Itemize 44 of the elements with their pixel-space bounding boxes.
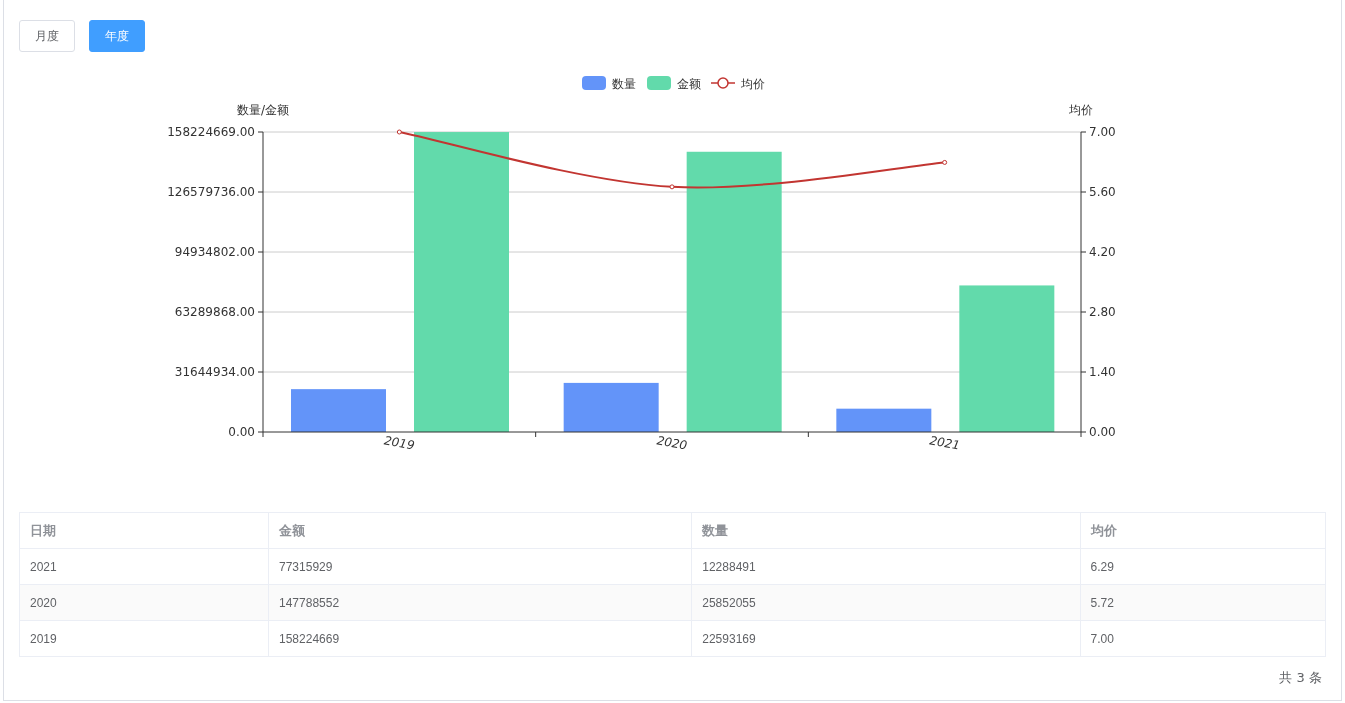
legend-label: 均价 (741, 76, 765, 91)
axis-title: 数量/金额 (237, 103, 289, 117)
column-header: 数量 (691, 512, 1081, 549)
column-header: 日期 (19, 512, 269, 549)
table-cell: 158224669 (268, 620, 692, 657)
table-cell: 77315929 (268, 548, 692, 585)
data-point (942, 159, 948, 165)
table-cell: 147788552 (268, 584, 692, 621)
legend-label: 金额 (677, 76, 701, 91)
legend-swatch[interactable] (582, 76, 606, 90)
table-cell: 2021 (19, 548, 269, 585)
table-cell: 7.00 (1080, 620, 1326, 657)
total-count: 共 3 条 (1279, 669, 1322, 687)
axis-tick-label: 7.00 (1089, 125, 1116, 139)
axis-tick-label: 158224669.00 (167, 125, 255, 139)
axis-tick-label: 2019 (383, 433, 416, 453)
axis-tick-label: 31644934.00 (174, 365, 255, 379)
axis-tick-label: 5.60 (1089, 185, 1116, 199)
column-header: 均价 (1080, 512, 1326, 549)
table-cell: 2020 (19, 584, 269, 621)
table-cell: 22593169 (691, 620, 1081, 657)
axis-tick-label: 63289868.00 (174, 305, 255, 319)
table-cell: 5.72 (1080, 584, 1326, 621)
table-cell: 2019 (19, 620, 269, 657)
legend-line-icon[interactable] (710, 77, 736, 89)
axis-tick-label: 126579736.00 (167, 185, 255, 199)
axis-tick-label: 94934802.00 (174, 245, 255, 259)
data-point (396, 129, 402, 135)
axis-title: 均价 (1069, 103, 1093, 117)
legend-label: 数量 (612, 76, 636, 91)
table-cell: 25852055 (691, 584, 1081, 621)
axis-tick-label: 4.20 (1089, 245, 1116, 259)
axis-tick-label: 0.00 (228, 425, 255, 439)
period-button[interactable]: 月度 (19, 20, 75, 52)
axis-tick-label: 2.80 (1089, 305, 1116, 319)
table-cell: 12288491 (691, 548, 1081, 585)
axis-tick-label: 2021 (928, 433, 961, 453)
axis-tick-label: 2020 (655, 433, 689, 453)
legend-swatch[interactable] (647, 76, 671, 90)
axis-tick-label: 0.00 (1089, 425, 1116, 439)
data-point (669, 184, 675, 190)
column-header: 金额 (268, 512, 692, 549)
axis-tick-label: 1.40 (1089, 365, 1116, 379)
table-cell: 6.29 (1080, 548, 1326, 585)
